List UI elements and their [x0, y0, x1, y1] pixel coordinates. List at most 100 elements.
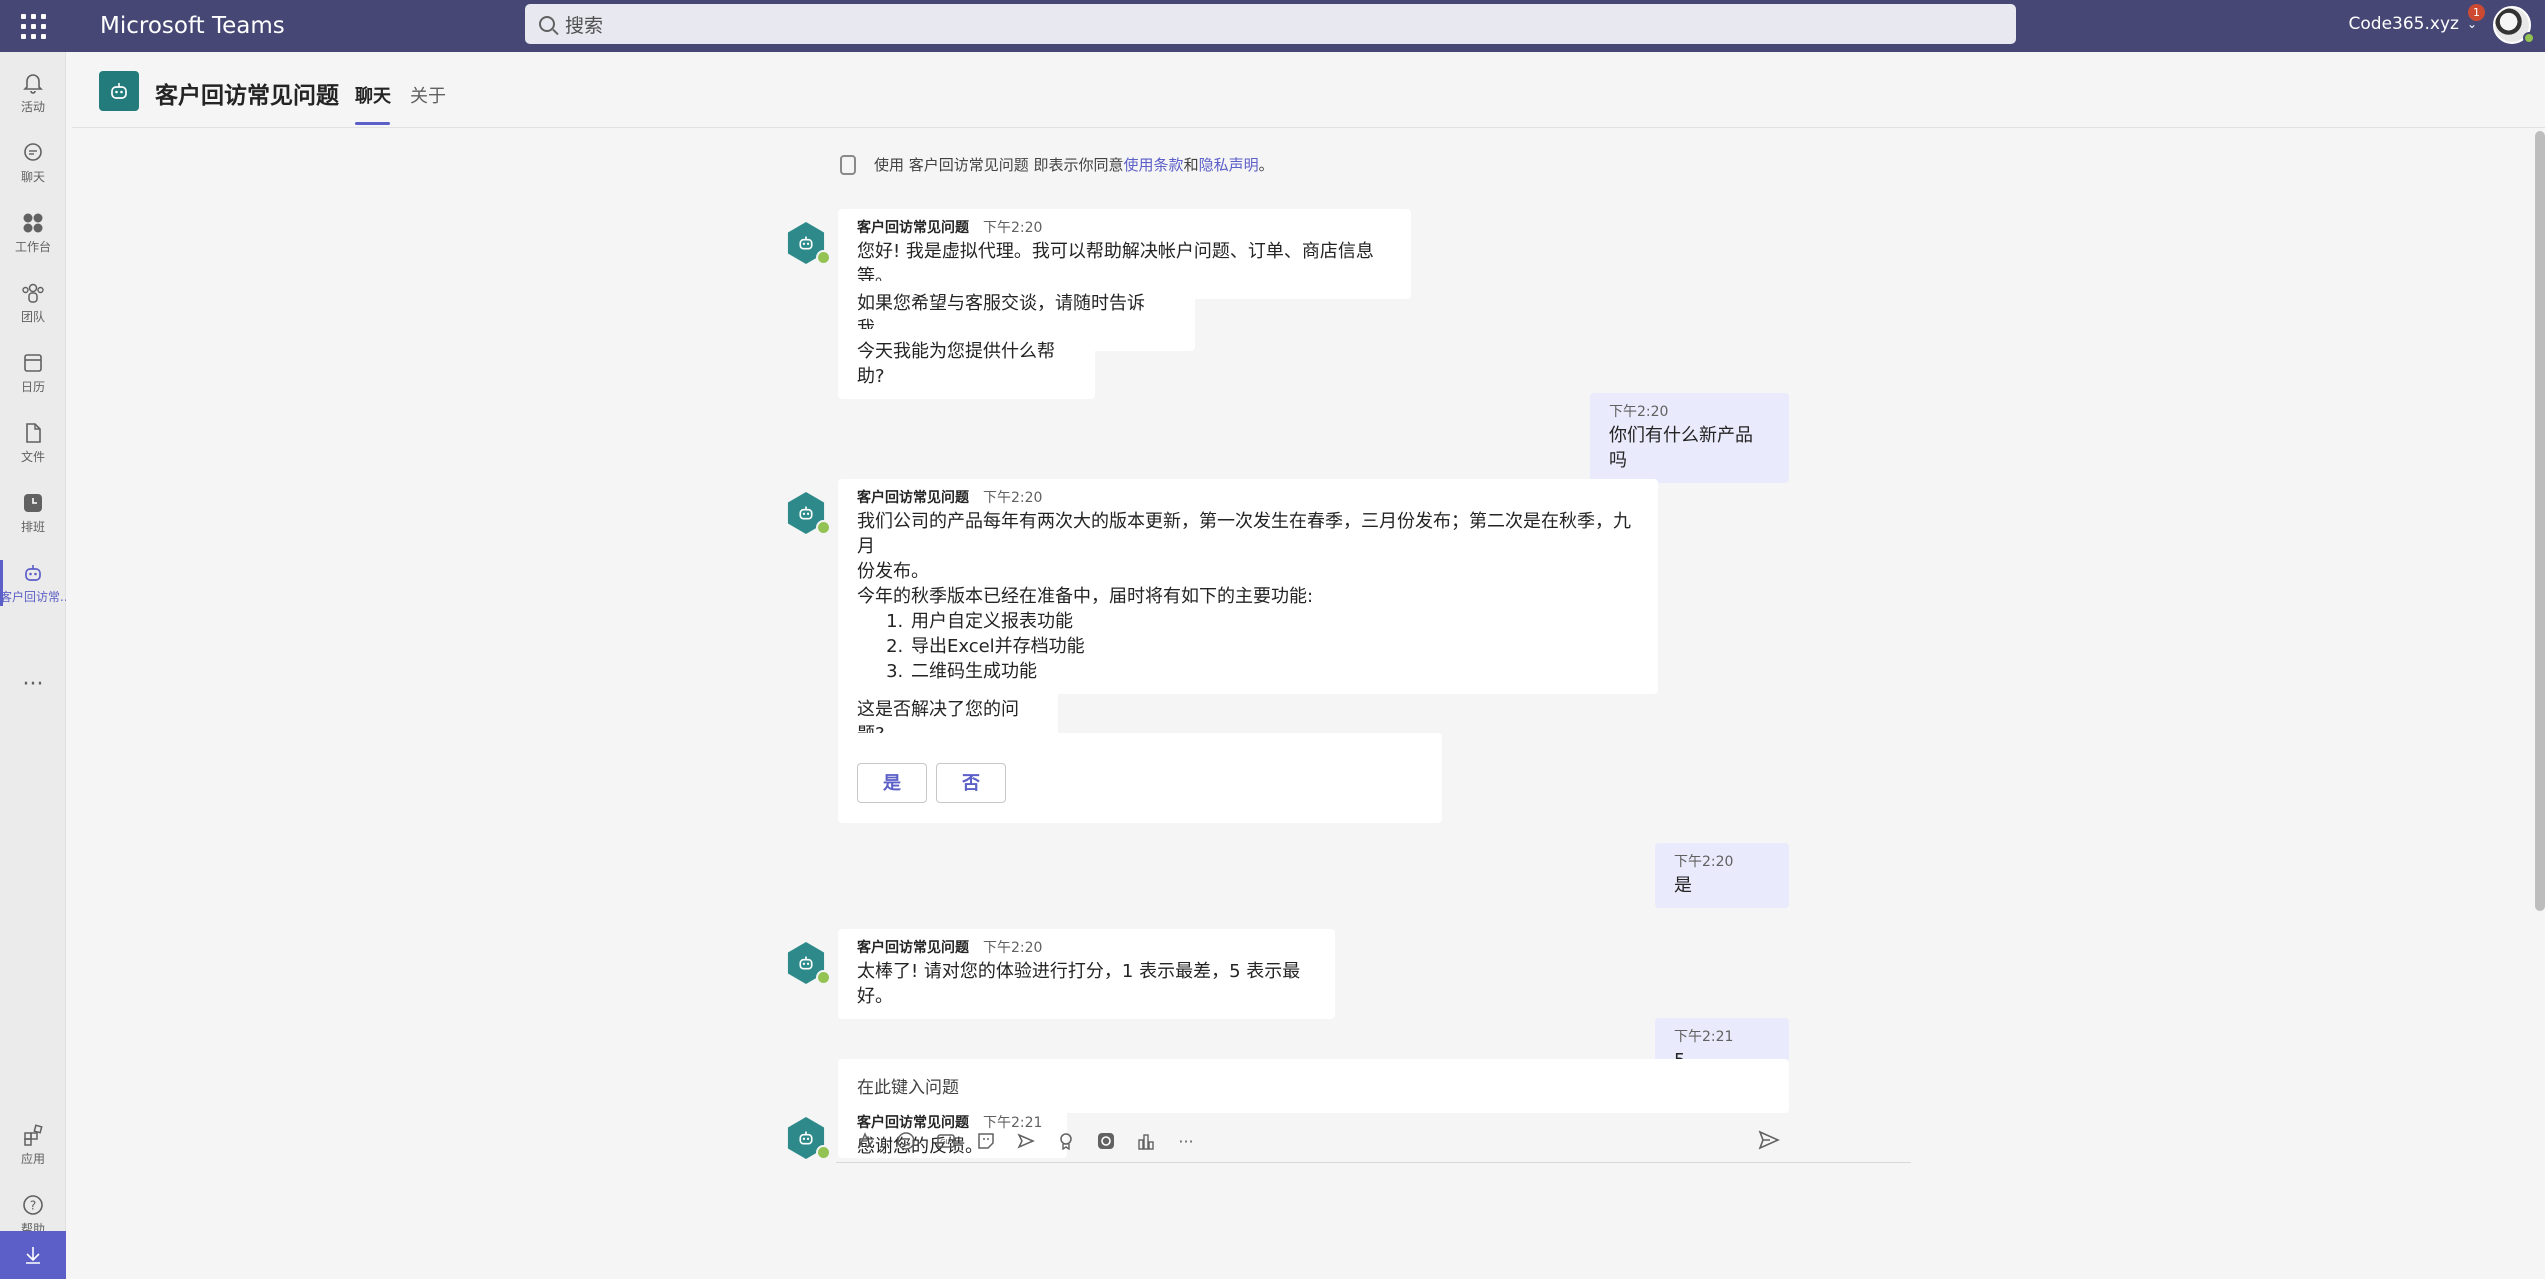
list-item: 导出Excel并存档功能 [909, 634, 1639, 659]
file-icon [20, 421, 46, 445]
list-item: 用户自定义报表功能 [909, 609, 1639, 634]
download-button[interactable] [0, 1231, 66, 1279]
active-tab-indicator [355, 122, 390, 125]
search-icon [539, 16, 555, 32]
compose-placeholder: 在此键入问题 [857, 1078, 959, 1098]
rail-item-activity[interactable]: 活动 [0, 60, 66, 126]
chat-icon [20, 141, 46, 165]
compose-input[interactable]: 在此键入问题 [838, 1059, 1789, 1113]
rail-item-label: 文件 [20, 450, 45, 464]
tenant-name: Code365.xyz [2348, 14, 2459, 34]
message-text: 我们公司的产品每年有两次大的版本更新，第一次发生在春季，三月份发布；第二次是在秋… [857, 511, 1631, 557]
gif-icon[interactable]: GIF [935, 1130, 957, 1152]
meet-icon[interactable] [1015, 1130, 1037, 1152]
clock-icon [20, 491, 46, 515]
sender-name: 客户回访常见问题 [857, 1115, 969, 1131]
grid-icon [20, 211, 46, 235]
bot-message: 今天我能为您提供什么帮助? [838, 329, 1095, 399]
terms-link[interactable]: 使用条款 [1124, 154, 1184, 175]
rail-item-label: 工作台 [14, 240, 51, 254]
teams-icon [20, 281, 46, 305]
message-time: 下午2:20 [1609, 404, 1669, 420]
no-button[interactable]: 否 [936, 763, 1006, 803]
yes-button[interactable]: 是 [857, 763, 927, 803]
notification-badge: 1 [2468, 4, 2485, 21]
message-time: 下午2:20 [983, 940, 1043, 956]
bot-message: 客户回访常见问题 下午2:20 太棒了! 请对您的体验进行打分，1 表示最差，5 … [838, 929, 1335, 1019]
message-text: 今天我能为您提供什么帮助? [857, 341, 1055, 387]
calendar-icon [20, 351, 46, 375]
tab-about[interactable]: 关于 [410, 82, 446, 108]
rail-item-calendar[interactable]: 日历 [0, 340, 66, 406]
sender-name: 客户回访常见问题 [857, 940, 969, 956]
rail-item-label: 聊天 [20, 170, 45, 184]
rail-item-apps[interactable]: 应用 [0, 1112, 66, 1178]
search-placeholder: 搜索 [565, 14, 604, 37]
left-rail: 活动 聊天 工作台 团队 日历 文件 排班 客户回访常... ··· 应用 ? … [0, 52, 66, 1279]
download-icon [26, 1247, 40, 1264]
sender-name: 客户回访常见问题 [857, 490, 969, 506]
bot-message: 客户回访常见问题 下午2:20 我们公司的产品每年有两次大的版本更新，第一次发生在… [838, 479, 1658, 694]
message-text: 太棒了! 请对您的体验进行打分，1 表示最差，5 表示最好。 [857, 961, 1301, 1007]
send-button[interactable] [1757, 1128, 1783, 1154]
tenant-switcher[interactable]: Code365.xyz ⌄ [2349, 14, 2477, 34]
chart-icon[interactable] [1135, 1130, 1157, 1152]
bot-icon [20, 561, 46, 585]
message-time: 下午2:21 [1674, 1029, 1734, 1045]
bot-app-icon [99, 71, 139, 111]
emoji-icon[interactable] [895, 1130, 917, 1152]
send-icon [1758, 1130, 1780, 1150]
svg-text:GIF: GIF [940, 1138, 952, 1146]
rail-item-shifts[interactable]: 排班 [0, 480, 66, 546]
feature-list: 用户自定义报表功能 导出Excel并存档功能 二维码生成功能 [909, 609, 1639, 684]
bot-status-icon [816, 1145, 831, 1160]
user-message: 下午2:20 是 [1655, 843, 1789, 908]
rail-item-teams[interactable]: 团队 [0, 270, 66, 336]
svg-text:?: ? [30, 1199, 36, 1213]
consent-prefix: 使用 客户回访常见问题 即表示你同意 [874, 156, 1124, 174]
rail-item-files[interactable]: 文件 [0, 410, 66, 476]
praise-icon[interactable] [1055, 1130, 1077, 1152]
bot-info-icon [840, 154, 856, 175]
waffle-icon [20, 13, 46, 39]
apps-icon [20, 1123, 46, 1147]
rail-item-workspace[interactable]: 工作台 [0, 200, 66, 266]
format-icon[interactable] [855, 1130, 877, 1152]
compose-toolbar: GIF ··· [855, 1130, 1197, 1152]
sender-name: 客户回访常见问题 [857, 220, 969, 236]
loop-icon[interactable] [1095, 1130, 1117, 1152]
chat-header: 客户回访常见问题 聊天 关于 [72, 52, 2545, 128]
rail-item-label: 排班 [20, 520, 45, 534]
message-text: 是 [1674, 875, 1692, 896]
bot-status-icon [816, 520, 831, 535]
search-input[interactable]: 搜索 [525, 4, 2016, 44]
help-icon: ? [20, 1193, 46, 1217]
message-time: 下午2:21 [983, 1115, 1043, 1131]
message-time: 下午2:20 [983, 220, 1043, 236]
message-text: 份发布。 [857, 561, 929, 582]
list-item: 二维码生成功能 [909, 659, 1639, 684]
app-title: Microsoft Teams [100, 13, 285, 39]
message-text: 你们有什么新产品吗 [1609, 425, 1753, 471]
more-icon[interactable]: ··· [1175, 1130, 1197, 1152]
rail-item-label: 客户回访常... [0, 590, 66, 604]
privacy-link[interactable]: 隐私声明 [1199, 154, 1259, 175]
presence-status-icon [2523, 32, 2535, 44]
message-time: 下午2:20 [983, 490, 1043, 506]
rail-item-label: 团队 [20, 310, 45, 324]
bot-status-icon [816, 970, 831, 985]
rail-item-chat[interactable]: 聊天 [0, 130, 66, 196]
tab-chat[interactable]: 聊天 [355, 82, 391, 108]
message-time: 下午2:20 [1674, 854, 1734, 870]
compose-divider [836, 1162, 1911, 1163]
user-message: 下午2:20 你们有什么新产品吗 [1590, 393, 1789, 483]
page-title: 客户回访常见问题 [155, 83, 339, 109]
more-apps-button[interactable]: ··· [0, 672, 66, 712]
chat-scrollbar[interactable] [2535, 131, 2545, 911]
app-launcher-button[interactable] [0, 0, 66, 52]
rail-item-bot-app[interactable]: 客户回访常... [0, 550, 66, 616]
message-text: 今年的秋季版本已经在准备中，届时将有如下的主要功能: [857, 586, 1314, 607]
rail-item-label: 应用 [20, 1152, 45, 1166]
sticker-icon[interactable] [975, 1130, 997, 1152]
adaptive-card: 是 否 [838, 733, 1442, 823]
